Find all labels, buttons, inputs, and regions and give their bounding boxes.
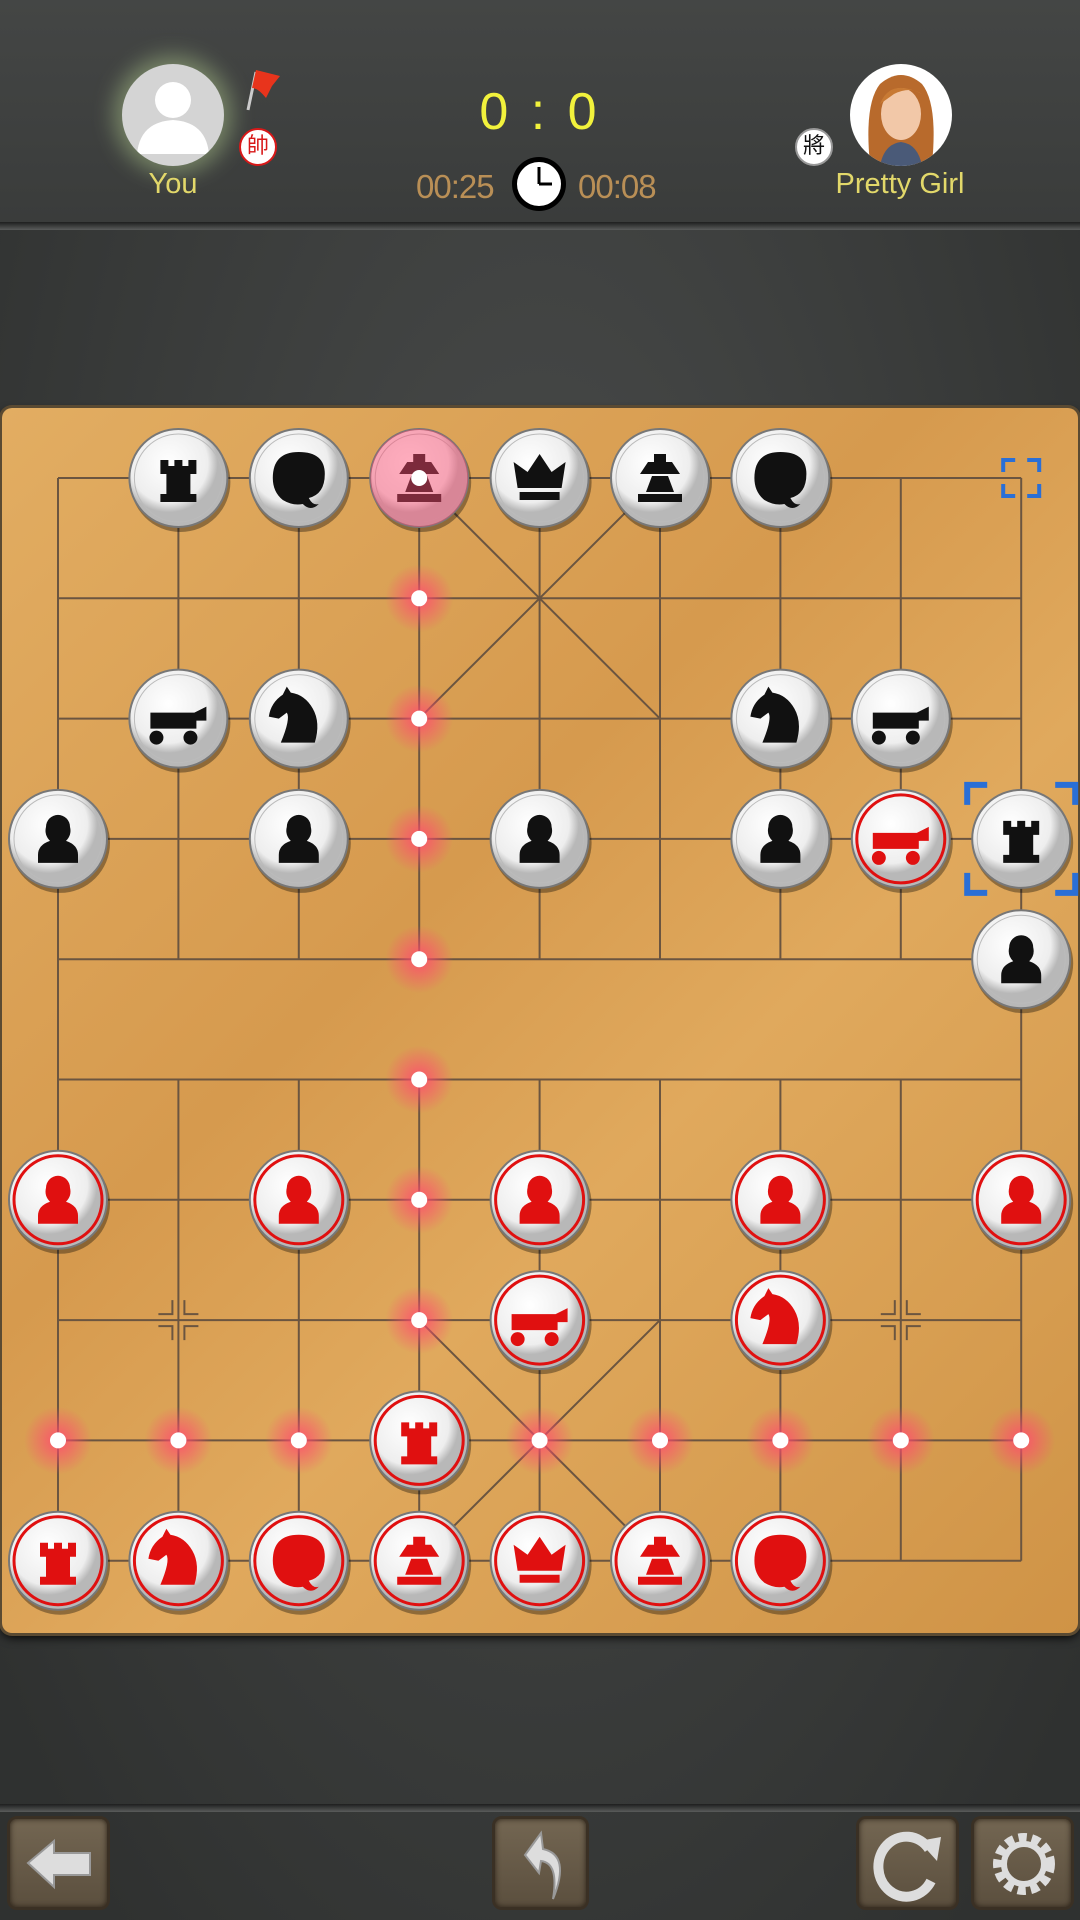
- legal-move-dot: [892, 1432, 909, 1449]
- piece-red-horse[interactable]: [730, 1270, 833, 1375]
- piece-red-cannon[interactable]: [489, 1270, 592, 1375]
- piece-black-cannon[interactable]: [128, 668, 231, 773]
- legal-move-dot: [411, 710, 428, 727]
- back-arrow-icon: [26, 1838, 91, 1890]
- legal-move-dot: [411, 951, 428, 968]
- legal-move-dot: [290, 1432, 307, 1449]
- piece-black-cannon[interactable]: [850, 668, 953, 773]
- undo-button[interactable]: [492, 1816, 589, 1910]
- piece-black-rook[interactable]: [964, 781, 1079, 896]
- undo-icon: [523, 1830, 561, 1900]
- piece-black-advisor[interactable]: [610, 428, 712, 532]
- legal-move-dot: [652, 1432, 668, 1449]
- piece-black-advisor[interactable]: [369, 428, 472, 532]
- back-button[interactable]: [7, 1816, 110, 1910]
- piece-black-pawn[interactable]: [8, 788, 110, 893]
- settings-button[interactable]: [971, 1816, 1074, 1910]
- piece-red-king[interactable]: [489, 1510, 592, 1615]
- piece-red-elephant[interactable]: [248, 1510, 351, 1615]
- piece-red-cannon[interactable]: [850, 788, 953, 893]
- legal-move-dot: [772, 1432, 789, 1449]
- piece-red-pawn[interactable]: [248, 1149, 351, 1254]
- legal-move-dot: [170, 1432, 187, 1449]
- legal-move-dot: [411, 830, 428, 847]
- legal-move-dot: [411, 1071, 428, 1088]
- piece-black-pawn[interactable]: [489, 788, 592, 893]
- piece-red-pawn[interactable]: [489, 1149, 592, 1254]
- piece-red-pawn[interactable]: [730, 1149, 833, 1254]
- piece-red-pawn[interactable]: [971, 1149, 1074, 1254]
- legal-move-dot: [1013, 1432, 1030, 1449]
- piece-red-horse[interactable]: [128, 1510, 231, 1615]
- piece-black-elephant[interactable]: [730, 428, 833, 532]
- legal-move-dot: [531, 1432, 548, 1449]
- board-layer: [8, 428, 1079, 1615]
- legal-move-dot: [411, 1312, 428, 1329]
- piece-red-advisor[interactable]: [610, 1510, 712, 1615]
- legal-move-dot: [411, 470, 428, 486]
- legal-move-dot: [50, 1432, 66, 1449]
- restart-icon: [873, 1831, 941, 1902]
- restart-button[interactable]: [856, 1816, 959, 1910]
- piece-red-rook[interactable]: [8, 1510, 110, 1615]
- piece-red-advisor[interactable]: [369, 1510, 472, 1615]
- piece-black-king[interactable]: [489, 428, 592, 532]
- piece-black-pawn[interactable]: [971, 909, 1074, 1014]
- gear-icon: [993, 1833, 1055, 1895]
- legal-move-dot: [411, 590, 428, 607]
- piece-black-elephant[interactable]: [248, 428, 351, 532]
- piece-black-rook[interactable]: [128, 428, 231, 532]
- legal-move-dot: [411, 1191, 428, 1208]
- piece-black-pawn[interactable]: [730, 788, 833, 893]
- piece-black-horse[interactable]: [248, 668, 351, 773]
- piece-red-elephant[interactable]: [730, 1510, 833, 1615]
- piece-black-horse[interactable]: [730, 668, 833, 773]
- piece-black-pawn[interactable]: [248, 788, 351, 893]
- piece-red-rook[interactable]: [369, 1390, 472, 1495]
- piece-red-pawn[interactable]: [8, 1149, 110, 1254]
